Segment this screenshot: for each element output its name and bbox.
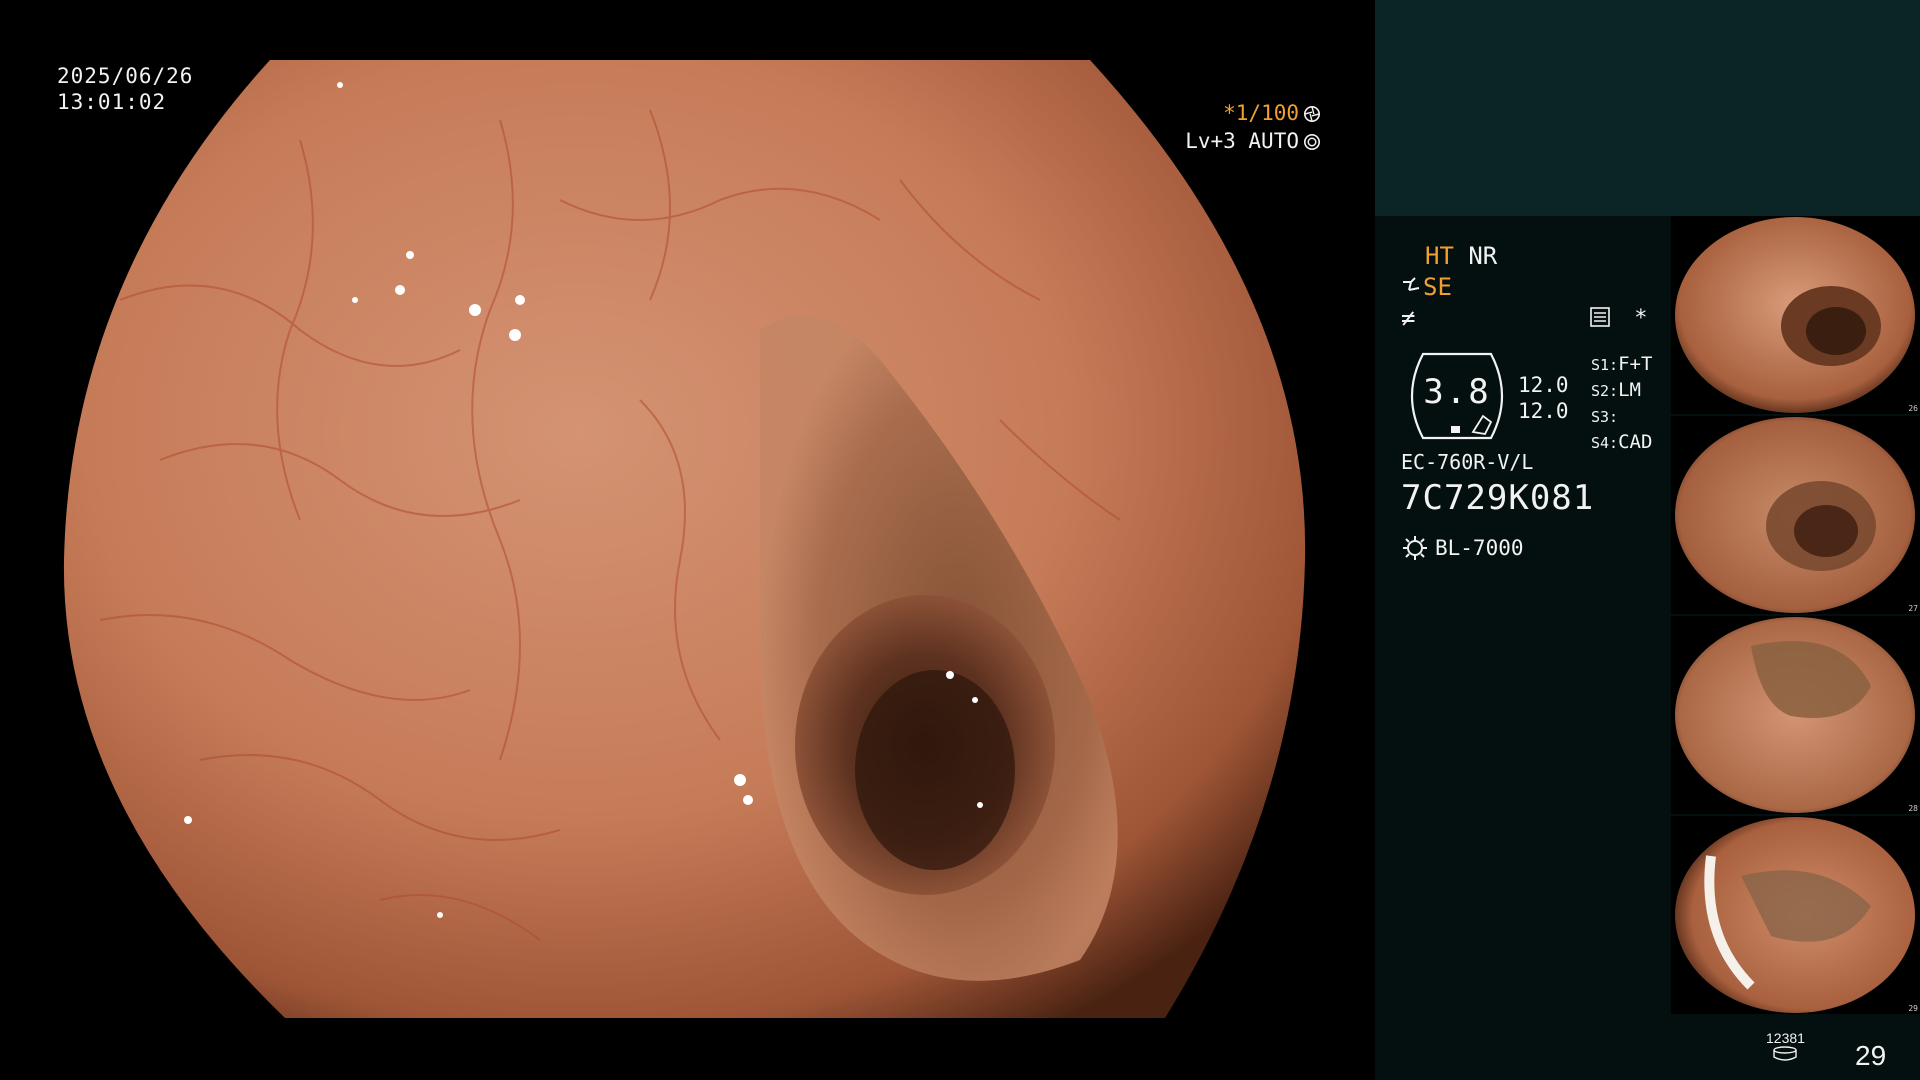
exposure-level: Lv+3 AUTO xyxy=(1185,129,1299,153)
storage-count: 12381 xyxy=(1766,1030,1805,1046)
storage-disk-icon xyxy=(1773,1046,1798,1061)
thumbnail[interactable]: 28 xyxy=(1671,616,1920,814)
level-value: 12.0 xyxy=(1518,399,1569,423)
mode-row-3: ≠ xyxy=(1401,304,1415,332)
light-source-model: BL-7000 xyxy=(1435,536,1524,560)
thumbnail-number: 28 xyxy=(1908,804,1918,813)
image-counter: 29 xyxy=(1855,1040,1887,1071)
shutter-readout: *1/100 Lv+3 AUTO xyxy=(1185,99,1321,155)
mode-ht: HT xyxy=(1425,242,1454,270)
settings-icons: * xyxy=(1589,306,1648,331)
storage-counter: 12381 xyxy=(1766,1030,1805,1062)
shutter-speed: *1/100 xyxy=(1223,101,1299,125)
scope-serial: 7C729K081 xyxy=(1401,478,1595,518)
gauge-value: 3.8 xyxy=(1423,372,1491,412)
panel-header-area xyxy=(1375,0,1920,216)
switch-key: S1: xyxy=(1591,356,1619,374)
time-label: 13:01:02 xyxy=(57,90,167,114)
level-values: 12.0 12.0 xyxy=(1518,372,1569,424)
switch-key: S2: xyxy=(1591,382,1619,400)
switch-value: F+T xyxy=(1618,353,1653,375)
mode-row-2: SE xyxy=(1401,273,1452,301)
switch-value: CAD xyxy=(1618,431,1653,453)
scope-model: EC-760R-V/L xyxy=(1401,450,1534,474)
thumbnail-number: 29 xyxy=(1908,1004,1918,1013)
endoscope-image xyxy=(0,0,1375,1080)
thumbnail[interactable]: 29 xyxy=(1671,816,1920,1014)
thumbnail-number: 27 xyxy=(1908,604,1918,613)
live-endoscope-view: 2025/06/26 13:01:02 *1/100 Lv+3 AUTO xyxy=(0,0,1375,1080)
switch-row: S2:LM xyxy=(1591,378,1652,404)
switch-value: LM xyxy=(1618,379,1641,401)
filter-symbol: ≠ xyxy=(1401,304,1416,332)
endoscope-screen: 2025/06/26 13:01:02 *1/100 Lv+3 AUTO HT … xyxy=(0,0,1920,1080)
level-value: 12.0 xyxy=(1518,373,1569,397)
mode-se: SE xyxy=(1423,273,1452,301)
mode-row-1: HT NR xyxy=(1401,242,1497,270)
switch-row: S1:F+T xyxy=(1591,352,1652,378)
info-panel: HT NR SE ≠ * 3.8 12.0 12.0 S1:F+T S2:LM … xyxy=(1375,0,1920,1080)
scope-switch-settings: S1:F+T S2:LM S3: S4:CAD xyxy=(1591,352,1652,456)
mode-nr: NR xyxy=(1468,242,1498,270)
iris-auto-icon xyxy=(1303,133,1321,151)
aperture-icon xyxy=(1303,105,1321,123)
water-jet-icon xyxy=(1403,277,1420,291)
switch-key: S4: xyxy=(1591,434,1619,452)
light-bulb-icon xyxy=(1403,536,1427,560)
memo-icon xyxy=(1590,307,1610,327)
thumbnail[interactable]: 26 xyxy=(1671,216,1920,414)
date-label: 2025/06/26 xyxy=(57,64,194,88)
thumbnail-number: 26 xyxy=(1908,404,1918,413)
thumbnail[interactable]: 27 xyxy=(1671,416,1920,614)
switch-key: S3: xyxy=(1591,408,1619,426)
switch-row: S3: xyxy=(1591,404,1652,430)
datetime-readout: 2025/06/26 13:01:02 xyxy=(57,63,193,115)
light-source: BL-7000 xyxy=(1401,534,1524,562)
switch-row: S4:CAD xyxy=(1591,430,1652,456)
settings-star: * xyxy=(1634,306,1648,331)
